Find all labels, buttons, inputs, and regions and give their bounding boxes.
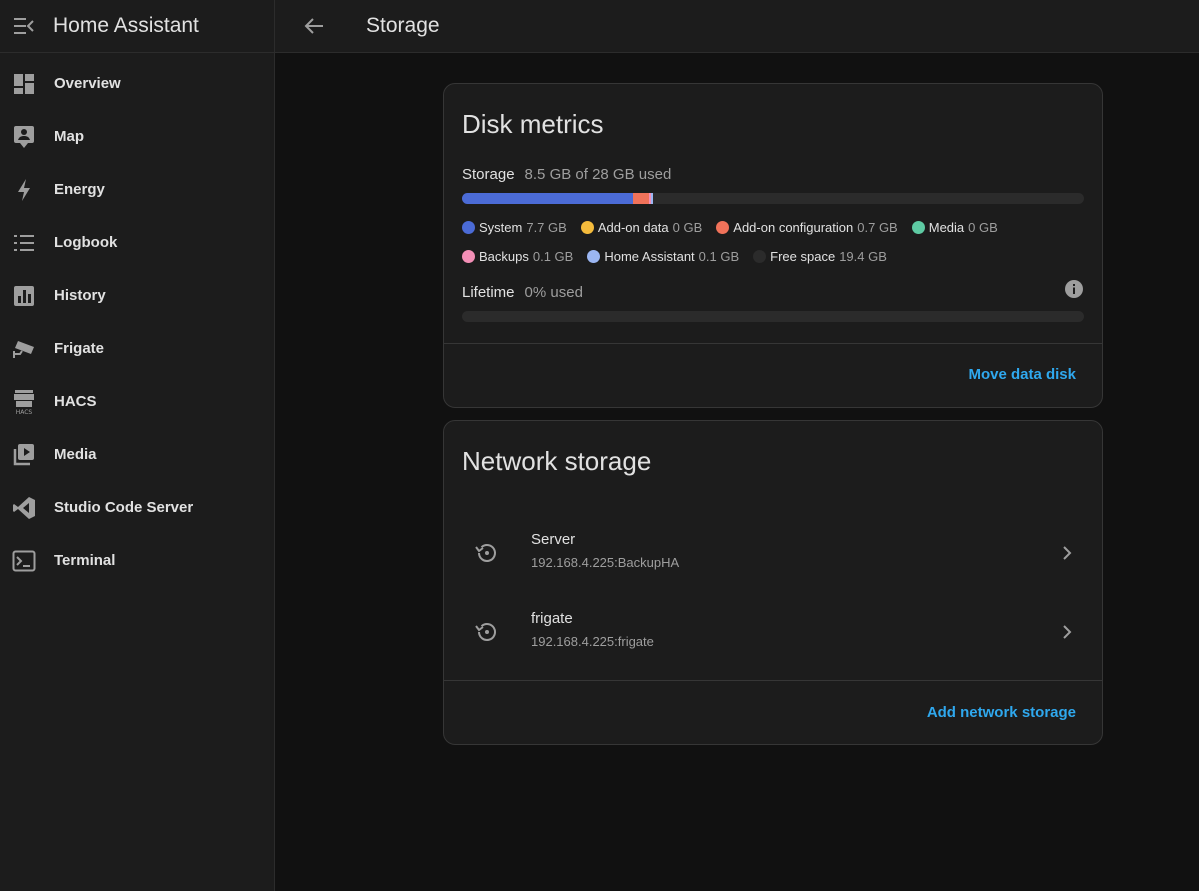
legend-value: 0.7 GB xyxy=(857,220,898,235)
menu-collapse-icon[interactable] xyxy=(12,14,36,38)
legend-dot xyxy=(587,250,601,263)
vscode-icon xyxy=(12,496,36,520)
sidebar-item-frigate[interactable]: Frigate xyxy=(0,322,274,375)
storage-bar-segment xyxy=(633,193,649,204)
legend-name: Add-on data xyxy=(597,220,669,235)
add-network-storage-button[interactable]: Add network storage xyxy=(927,704,1076,721)
legend-name: Home Assistant xyxy=(604,249,695,264)
legend-item: Free space 19.4 GB xyxy=(753,249,887,264)
legend-item: Add-on configuration 0.7 GB xyxy=(716,220,898,235)
sidebar-item-logbook[interactable]: Logbook xyxy=(0,216,274,269)
card-title: Disk metrics xyxy=(462,109,604,139)
legend-value: 0.1 GB xyxy=(698,249,740,264)
sidebar-item-label: Frigate xyxy=(54,340,105,357)
sidebar-item-hacs[interactable]: HACS HACS xyxy=(0,375,274,428)
sidebar-item-energy[interactable]: Energy xyxy=(0,163,274,216)
sidebar: Home Assistant Overview Map Energy Logbo… xyxy=(0,0,275,891)
sidebar-item-terminal[interactable]: Terminal xyxy=(0,534,274,587)
sidebar-item-media[interactable]: Media xyxy=(0,428,274,481)
sidebar-item-label: Map xyxy=(54,128,84,145)
legend-dot xyxy=(753,250,767,263)
legend-item: System 7.7 GB xyxy=(462,220,567,235)
chevron-right-icon xyxy=(1056,542,1078,564)
lifetime-usage-bar xyxy=(462,311,1084,322)
topbar: Storage xyxy=(275,0,1199,53)
storage-bar-segment xyxy=(650,193,654,204)
sidebar-item-overview[interactable]: Overview xyxy=(0,57,274,110)
format-list-icon xyxy=(12,231,36,255)
backup-restore-icon xyxy=(474,540,500,566)
lifetime-value: 0% used xyxy=(524,284,583,301)
sidebar-item-history[interactable]: History xyxy=(0,269,274,322)
storage-metric: Storage 8.5 GB of 28 GB used xyxy=(462,166,671,183)
legend-dot xyxy=(580,221,594,234)
storage-legend-row: System 7.7 GB Add-on data 0 GB Add-on config… xyxy=(462,220,1012,235)
legend-value: 0 GB xyxy=(672,220,703,235)
legend-dot xyxy=(462,221,475,234)
sidebar-item-label: Logbook xyxy=(54,234,118,251)
chart-box-icon xyxy=(12,284,36,308)
hacs-icon: HACS xyxy=(12,389,36,415)
info-icon[interactable] xyxy=(1064,279,1084,299)
mount-address: 192.168.4.225:frigate xyxy=(531,634,654,649)
legend-item: Media 0 GB xyxy=(911,220,998,235)
app-title: Home Assistant xyxy=(53,14,199,37)
storage-value: 8.5 GB of 28 GB used xyxy=(524,166,672,183)
map-account-icon xyxy=(12,125,36,149)
legend-value: 0 GB xyxy=(968,220,998,235)
dashboard-icon xyxy=(12,72,36,96)
legend-name: Free space xyxy=(770,249,836,264)
lifetime-label: Lifetime xyxy=(462,284,515,301)
sidebar-item-label: Overview xyxy=(54,75,121,92)
chevron-right-icon xyxy=(1056,621,1078,643)
legend-dot xyxy=(911,221,925,234)
sidebar-item-label: HACS xyxy=(54,393,97,410)
storage-legend-row: Backups 0.1 GB Home Assistant 0.1 GB Free sp… xyxy=(462,249,901,264)
network-mount-row[interactable]: Server 192.168.4.225:BackupHA xyxy=(444,518,1102,588)
storage-bar-segment xyxy=(462,193,634,204)
legend-name: System xyxy=(479,220,523,235)
sidebar-header: Home Assistant xyxy=(0,0,274,53)
mount-name: Server xyxy=(531,531,576,548)
svg-text:HACS: HACS xyxy=(16,409,33,415)
legend-item: Backups 0.1 GB xyxy=(462,249,573,264)
sidebar-item-map[interactable]: Map xyxy=(0,110,274,163)
card-divider xyxy=(444,343,1102,344)
console-icon xyxy=(12,549,36,573)
legend-value: 19.4 GB xyxy=(839,249,887,264)
sidebar-item-label: Energy xyxy=(54,181,105,198)
card-divider xyxy=(444,680,1102,681)
mount-name: frigate xyxy=(531,610,573,627)
backup-restore-icon xyxy=(474,619,500,645)
move-data-disk-button[interactable]: Move data disk xyxy=(968,366,1076,383)
legend-name: Add-on configuration xyxy=(733,220,854,235)
legend-name: Backups xyxy=(479,249,529,264)
sidebar-nav: Overview Map Energy Logbook History Frig… xyxy=(0,57,274,587)
legend-item: Home Assistant 0.1 GB xyxy=(587,249,739,264)
legend-value: 7.7 GB xyxy=(526,220,567,235)
sidebar-item-label: Terminal xyxy=(54,552,116,569)
legend-name: Media xyxy=(928,220,965,235)
sidebar-item-label: Studio Code Server xyxy=(54,499,194,516)
back-arrow-icon[interactable] xyxy=(302,14,326,38)
play-box-multiple-icon xyxy=(12,443,36,467)
legend-item: Add-on data 0 GB xyxy=(580,220,703,235)
sidebar-item-label: History xyxy=(54,287,106,304)
lightning-bolt-icon xyxy=(12,178,36,202)
sidebar-item-studio-code-server[interactable]: Studio Code Server xyxy=(0,481,274,534)
card-title: Network storage xyxy=(462,446,652,476)
legend-dot xyxy=(462,250,475,263)
disk-metrics-card: Disk metrics Storage 8.5 GB of 28 GB used… xyxy=(443,83,1103,408)
network-storage-card: Network storage Server 192.168.4.225:Bac… xyxy=(443,420,1103,745)
storage-label: Storage xyxy=(462,166,515,183)
lifetime-metric: Lifetime 0% used xyxy=(462,284,583,301)
page-title: Storage xyxy=(366,14,440,37)
sidebar-item-label: Media xyxy=(54,446,97,463)
network-mount-row[interactable]: frigate 192.168.4.225:frigate xyxy=(444,597,1102,667)
mount-address: 192.168.4.225:BackupHA xyxy=(531,555,680,570)
storage-usage-bar xyxy=(462,193,1084,204)
cctv-icon xyxy=(12,337,36,361)
legend-value: 0.1 GB xyxy=(532,249,574,264)
legend-dot xyxy=(716,221,730,234)
